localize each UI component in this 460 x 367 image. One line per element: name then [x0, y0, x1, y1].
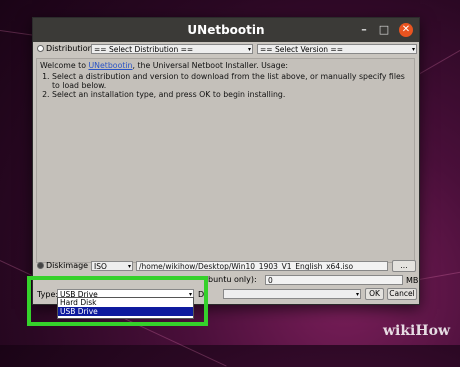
distribution-radio[interactable]	[37, 45, 44, 52]
ok-button[interactable]: OK	[365, 288, 384, 300]
diskimage-label: Diskimage	[46, 261, 89, 270]
browse-button[interactable]: ...	[392, 260, 416, 272]
cancel-button[interactable]: Cancel	[387, 288, 417, 300]
distribution-select[interactable]: == Select Distribution == ▾	[91, 44, 253, 54]
instruction-step: Select a distribution and version to dow…	[52, 72, 411, 90]
close-icon[interactable]: ✕	[399, 23, 413, 37]
unetbootin-window: UNetbootin – □ ✕ Distribution == Select …	[32, 17, 420, 305]
drive-select[interactable]: ▾	[223, 289, 361, 299]
chevron-down-icon: ▾	[127, 263, 131, 270]
instructions-list: Select a distribution and version to dow…	[40, 72, 411, 99]
space-unit: MB	[406, 276, 419, 285]
diskimage-format-value: ISO	[94, 262, 107, 271]
title-bar: UNetbootin – □ ✕	[33, 18, 419, 42]
highlight-box	[27, 276, 208, 326]
chevron-down-icon: ▾	[355, 291, 359, 298]
diskimage-radio[interactable]	[37, 262, 44, 269]
chevron-down-icon: ▾	[411, 46, 415, 53]
wikihow-watermark: wikiHow	[382, 323, 450, 339]
version-select[interactable]: == Select Version == ▾	[257, 44, 417, 54]
diskimage-row: Diskimage	[37, 261, 88, 270]
distribution-label: Distribution	[46, 44, 93, 53]
instruction-step: Select an installation type, and press O…	[52, 90, 411, 99]
minimize-icon[interactable]: –	[357, 23, 371, 37]
maximize-icon[interactable]: □	[377, 23, 391, 37]
diskimage-path-field[interactable]: /home/wikihow/Desktop/Win10_1903_V1_Engl…	[136, 261, 388, 271]
distribution-select-value: == Select Distribution ==	[94, 45, 194, 54]
welcome-text: Welcome to UNetbootin, the Universal Net…	[40, 61, 411, 70]
unetbootin-link[interactable]: UNetbootin	[88, 61, 132, 70]
diskimage-format-select[interactable]: ISO ▾	[91, 261, 133, 271]
distribution-row: Distribution	[37, 44, 93, 53]
space-field[interactable]: 0	[265, 275, 403, 285]
welcome-prefix: Welcome to	[40, 61, 89, 70]
chevron-down-icon: ▾	[247, 46, 251, 53]
instructions-panel: Welcome to UNetbootin, the Universal Net…	[36, 58, 415, 263]
window-title: UNetbootin	[187, 23, 265, 37]
space-label: buntu only):	[208, 275, 257, 284]
welcome-suffix: , the Universal Netboot Installer. Usage…	[132, 61, 289, 70]
version-select-value: == Select Version ==	[260, 45, 344, 54]
